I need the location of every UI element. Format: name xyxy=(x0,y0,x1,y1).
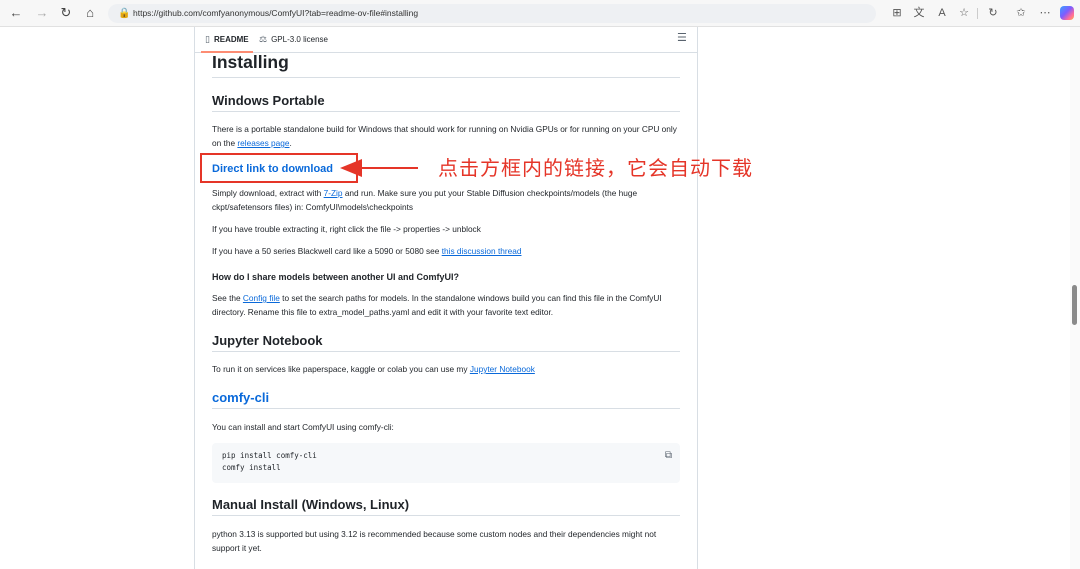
forward-icon[interactable]: → xyxy=(32,4,52,22)
annotation-arrow-shaft xyxy=(358,167,418,169)
tab-license[interactable]: ⚖ GPL-3.0 license xyxy=(259,27,328,53)
annotation-highlight-box xyxy=(200,153,358,183)
reload-icon[interactable]: ↻ xyxy=(56,4,76,22)
manual-install-paragraph: python 3.13 is supported but using 3.12 … xyxy=(212,529,657,553)
scale-icon: ⚖ xyxy=(259,34,268,44)
7zip-link[interactable]: 7-Zip xyxy=(324,188,343,198)
jupyter-heading: Jupyter Notebook xyxy=(212,333,680,352)
refresh-extension-icon[interactable]: ↻ xyxy=(984,4,1002,22)
readme-tab-bar: ▯ README ⚖ GPL-3.0 license xyxy=(195,27,697,53)
jupyter-notebook-link[interactable]: Jupyter Notebook xyxy=(470,364,535,374)
copilot-icon[interactable] xyxy=(1060,6,1074,20)
translate-icon[interactable]: 文 xyxy=(910,4,928,22)
favorite-star-icon[interactable]: ☆ xyxy=(955,4,973,22)
tab-readme-label: README xyxy=(213,35,249,44)
copy-icon[interactable]: ⧉ xyxy=(665,450,672,461)
blackwell-paragraph: If you have a 50 series Blackwell card l… xyxy=(212,246,522,256)
installing-heading: Installing xyxy=(212,52,680,78)
simply-download-paragraph: Simply download, extract with 7-Zip and … xyxy=(212,188,638,212)
config-file-link[interactable]: Config file xyxy=(243,293,280,303)
config-paragraph: See the Config file to set the search pa… xyxy=(212,293,662,317)
home-icon[interactable]: ⌂ xyxy=(80,4,100,22)
browser-toolbar: ← → ↻ ⌂ 🔒 https://github.com/comfyanonym… xyxy=(0,0,1080,27)
code-block: pip install comfy-cli comfy install ⧉ xyxy=(212,443,680,483)
windows-portable-heading: Windows Portable xyxy=(212,93,680,112)
releases-page-link[interactable]: releases page xyxy=(237,138,289,148)
tab-license-label: GPL-3.0 license xyxy=(271,35,328,44)
readme-left-border xyxy=(194,27,195,569)
more-icon[interactable]: ⋯ xyxy=(1036,4,1054,22)
lock-icon: 🔒 xyxy=(118,8,131,19)
favorites-icon[interactable]: ✩ xyxy=(1012,4,1030,22)
jupyter-paragraph: To run it on services like paperspace, k… xyxy=(212,364,535,374)
annotation-arrow-icon xyxy=(340,159,362,177)
code-line: comfy install xyxy=(222,463,281,472)
trouble-paragraph: If you have trouble extracting it, right… xyxy=(212,224,481,234)
scrollbar-thumb[interactable] xyxy=(1072,285,1077,325)
readme-right-border xyxy=(697,27,698,569)
discussion-thread-link[interactable]: this discussion thread xyxy=(442,246,522,256)
url-text: https://github.com/comfyanonymous/ComfyU… xyxy=(133,8,419,18)
back-icon[interactable]: ← xyxy=(6,4,26,22)
address-bar[interactable]: 🔒 https://github.com/comfyanonymous/Comf… xyxy=(108,4,876,23)
annotation-text: 点击方框内的链接，它会自动下载 xyxy=(438,156,753,180)
read-aloud-icon[interactable]: A xyxy=(933,4,951,22)
app-grid-icon[interactable]: ⊞ xyxy=(888,4,906,22)
share-models-heading: How do I share models between another UI… xyxy=(212,272,460,282)
outline-list-icon[interactable]: ☰ xyxy=(677,31,687,44)
tab-readme[interactable]: ▯ README xyxy=(201,27,253,53)
comfy-cli-paragraph: You can install and start ComfyUI using … xyxy=(212,422,394,432)
manual-install-heading: Manual Install (Windows, Linux) xyxy=(212,497,680,516)
comfy-cli-heading[interactable]: comfy-cli xyxy=(212,390,680,409)
book-icon: ▯ xyxy=(205,34,210,44)
code-line: pip install comfy-cli xyxy=(222,451,317,460)
windows-portable-paragraph: There is a portable standalone build for… xyxy=(212,124,677,148)
